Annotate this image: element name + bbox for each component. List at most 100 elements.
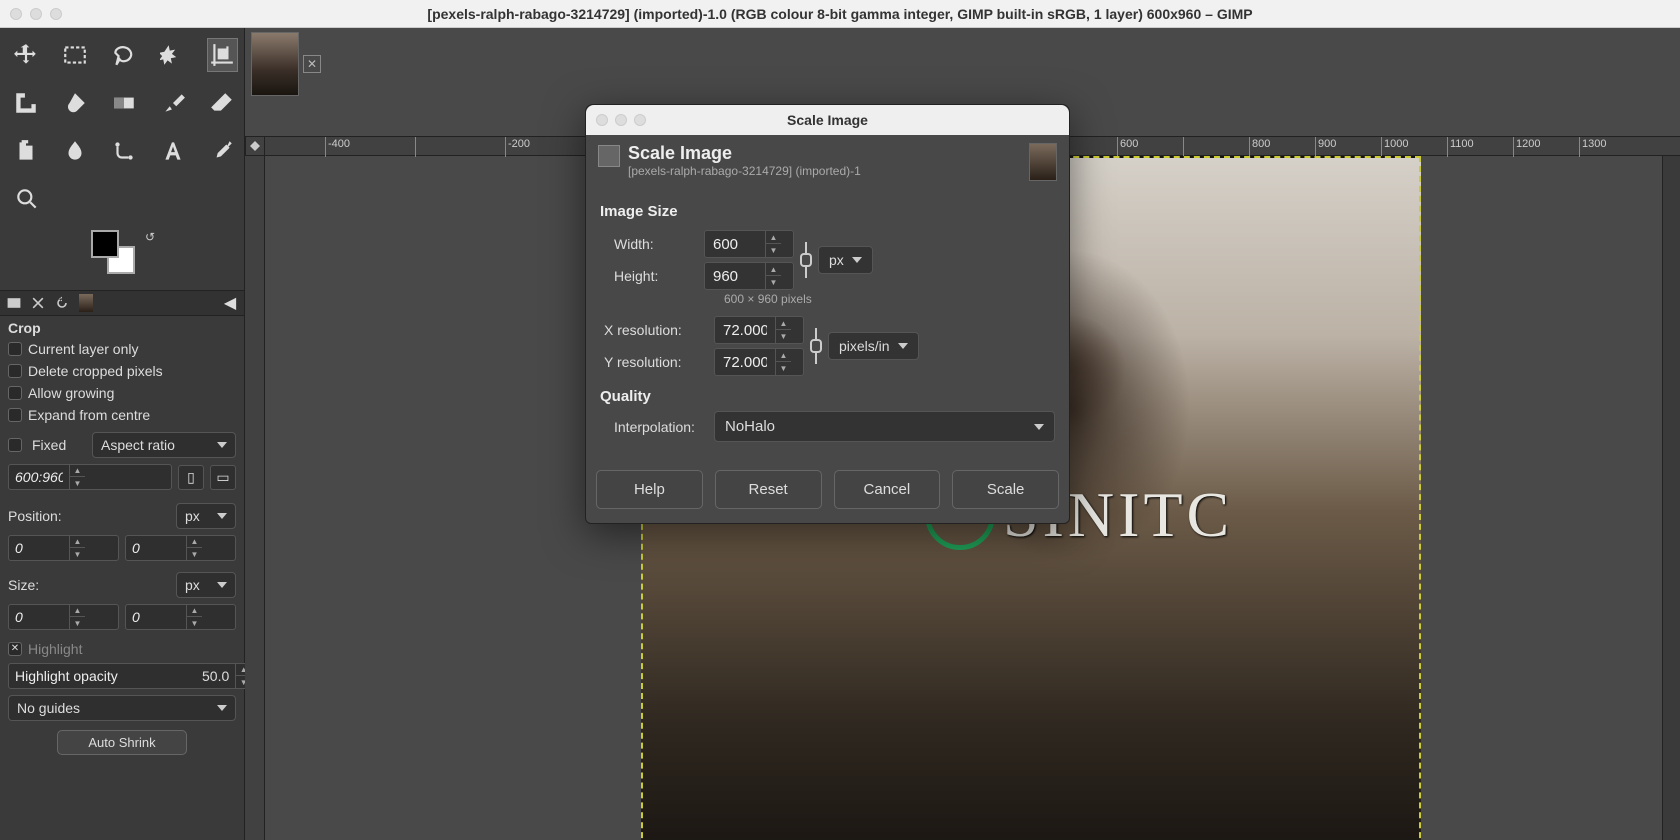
size-unit-select[interactable]: px bbox=[818, 246, 873, 274]
opt-delete-cropped[interactable]: Delete cropped pixels bbox=[0, 360, 244, 382]
color-picker-tool[interactable] bbox=[207, 134, 238, 168]
xres-input[interactable]: ▲▼ bbox=[714, 316, 804, 344]
dialog-minimize-icon[interactable] bbox=[615, 114, 627, 126]
device-status-tab-icon[interactable] bbox=[28, 293, 48, 313]
interpolation-select[interactable]: NoHalo bbox=[714, 411, 1055, 442]
opt-fixed-mode-value: Aspect ratio bbox=[101, 437, 175, 453]
interpolation-value: NoHalo bbox=[725, 418, 775, 435]
fuzzy-select-tool[interactable] bbox=[158, 38, 189, 72]
ruler-origin-icon[interactable] bbox=[245, 136, 265, 156]
chevron-down-icon bbox=[898, 343, 908, 349]
chevron-down-icon bbox=[217, 442, 227, 448]
bucket-fill-tool[interactable] bbox=[59, 86, 90, 120]
opt-highlight-label: Highlight bbox=[28, 641, 82, 657]
xres-label: X resolution: bbox=[600, 322, 708, 338]
image-tabs: ✕ bbox=[245, 28, 1680, 100]
dialog-subheading: [pexels-ralph-rabago-3214729] (imported)… bbox=[628, 164, 861, 178]
yres-label: Y resolution: bbox=[600, 354, 708, 370]
opt-allow-growing-label: Allow growing bbox=[28, 385, 114, 401]
color-swatch[interactable]: ↺ bbox=[77, 230, 167, 280]
position-y-input[interactable]: ▲▼ bbox=[125, 535, 236, 561]
ruler-tick-label: 800 bbox=[1252, 138, 1270, 150]
link-dimensions-icon[interactable] bbox=[794, 238, 818, 282]
undo-history-tab-icon[interactable] bbox=[52, 293, 72, 313]
free-select-tool[interactable] bbox=[108, 38, 139, 72]
dialog-close-icon[interactable] bbox=[596, 114, 608, 126]
guides-combo[interactable]: No guides bbox=[8, 695, 236, 721]
rect-select-tool[interactable] bbox=[59, 38, 90, 72]
configure-tab-icon[interactable]: ◀ bbox=[220, 293, 240, 313]
clone-tool[interactable] bbox=[10, 134, 41, 168]
size-w-input[interactable]: ▲▼ bbox=[8, 604, 119, 630]
tool-options-title: Crop bbox=[0, 316, 244, 338]
reset-button[interactable]: Reset bbox=[715, 470, 822, 509]
minimize-window-icon[interactable] bbox=[30, 8, 42, 20]
cancel-button[interactable]: Cancel bbox=[834, 470, 941, 509]
tool-options-tabs: ◀ bbox=[0, 290, 244, 316]
path-tool[interactable] bbox=[108, 134, 139, 168]
position-x-input[interactable]: ▲▼ bbox=[8, 535, 119, 561]
toolbox-panel: ↺ ◀ Crop Current layer only Delete cropp… bbox=[0, 28, 245, 840]
images-tab-icon[interactable] bbox=[76, 293, 96, 313]
opt-expand-centre[interactable]: Expand from centre bbox=[0, 404, 244, 426]
landscape-orientation-button[interactable]: ▭ bbox=[210, 465, 236, 490]
chevron-down-icon bbox=[217, 513, 227, 519]
opt-fixed-mode-combo[interactable]: Aspect ratio bbox=[92, 432, 236, 458]
opt-expand-centre-label: Expand from centre bbox=[28, 407, 150, 423]
dialog-zoom-icon[interactable] bbox=[634, 114, 646, 126]
gradient-tool[interactable] bbox=[108, 86, 139, 120]
auto-shrink-button[interactable]: Auto Shrink bbox=[57, 730, 186, 755]
highlight-opacity-value: 50.0 bbox=[202, 668, 235, 684]
close-image-tab-icon[interactable]: ✕ bbox=[303, 55, 321, 73]
height-input[interactable]: ▲▼ bbox=[704, 262, 794, 290]
opt-allow-growing[interactable]: Allow growing bbox=[0, 382, 244, 404]
ruler-tick-label: 900 bbox=[1318, 138, 1336, 150]
opt-highlight[interactable]: Highlight bbox=[0, 633, 244, 660]
chevron-down-icon bbox=[217, 705, 227, 711]
paintbrush-tool[interactable] bbox=[158, 86, 189, 120]
opt-fixed-check[interactable] bbox=[8, 438, 22, 452]
size-unit-combo[interactable]: px bbox=[176, 572, 236, 598]
text-tool[interactable] bbox=[158, 134, 189, 168]
opt-fixed-label: Fixed bbox=[32, 437, 82, 453]
highlight-opacity-input[interactable]: 50.0 ▲▼ bbox=[8, 663, 252, 689]
size-unit-value: px bbox=[185, 577, 200, 593]
portrait-orientation-button[interactable]: ▯ bbox=[178, 465, 204, 490]
width-input[interactable]: ▲▼ bbox=[704, 230, 794, 258]
chevron-down-icon bbox=[1034, 424, 1044, 430]
scale-image-icon bbox=[598, 145, 620, 167]
link-resolution-icon[interactable] bbox=[804, 324, 828, 368]
transform-tool[interactable] bbox=[10, 86, 41, 120]
zoom-tool[interactable] bbox=[10, 182, 44, 216]
vertical-ruler[interactable] bbox=[245, 156, 265, 840]
scale-button[interactable]: Scale bbox=[952, 470, 1059, 509]
size-h-input[interactable]: ▲▼ bbox=[125, 604, 236, 630]
dialog-header: Scale Image [pexels-ralph-rabago-3214729… bbox=[586, 135, 1069, 189]
position-unit-combo[interactable]: px bbox=[176, 503, 236, 529]
zoom-window-icon[interactable] bbox=[50, 8, 62, 20]
ruler-tick-label: 1100 bbox=[1450, 138, 1474, 150]
smudge-tool[interactable] bbox=[59, 134, 90, 168]
ruler-tick-label: 600 bbox=[1120, 138, 1138, 150]
ruler-tick-label: -200 bbox=[508, 138, 530, 150]
yres-input[interactable]: ▲▼ bbox=[714, 348, 804, 376]
image-tab-thumbnail[interactable] bbox=[251, 32, 299, 96]
close-window-icon[interactable] bbox=[10, 8, 22, 20]
scale-image-dialog: Scale Image Scale Image [pexels-ralph-ra… bbox=[585, 104, 1070, 524]
vertical-scrollbar[interactable] bbox=[1662, 156, 1680, 840]
opt-current-layer-only-label: Current layer only bbox=[28, 341, 139, 357]
help-button[interactable]: Help bbox=[596, 470, 703, 509]
opt-delete-cropped-label: Delete cropped pixels bbox=[28, 363, 163, 379]
swap-colors-icon[interactable]: ↺ bbox=[145, 230, 155, 244]
opt-fixed-value-input[interactable]: ▲▼ bbox=[8, 464, 172, 490]
foreground-color[interactable] bbox=[91, 230, 119, 258]
move-tool[interactable] bbox=[10, 38, 41, 72]
tool-options-tab-icon[interactable] bbox=[4, 293, 24, 313]
eraser-tool[interactable] bbox=[207, 86, 238, 120]
height-label: Height: bbox=[600, 268, 698, 284]
opt-current-layer-only[interactable]: Current layer only bbox=[0, 338, 244, 360]
res-unit-select[interactable]: pixels/in bbox=[828, 332, 919, 360]
window-titlebar: [pexels-ralph-rabago-3214729] (imported)… bbox=[0, 0, 1680, 28]
guides-value: No guides bbox=[17, 700, 80, 716]
crop-tool[interactable] bbox=[207, 38, 238, 72]
